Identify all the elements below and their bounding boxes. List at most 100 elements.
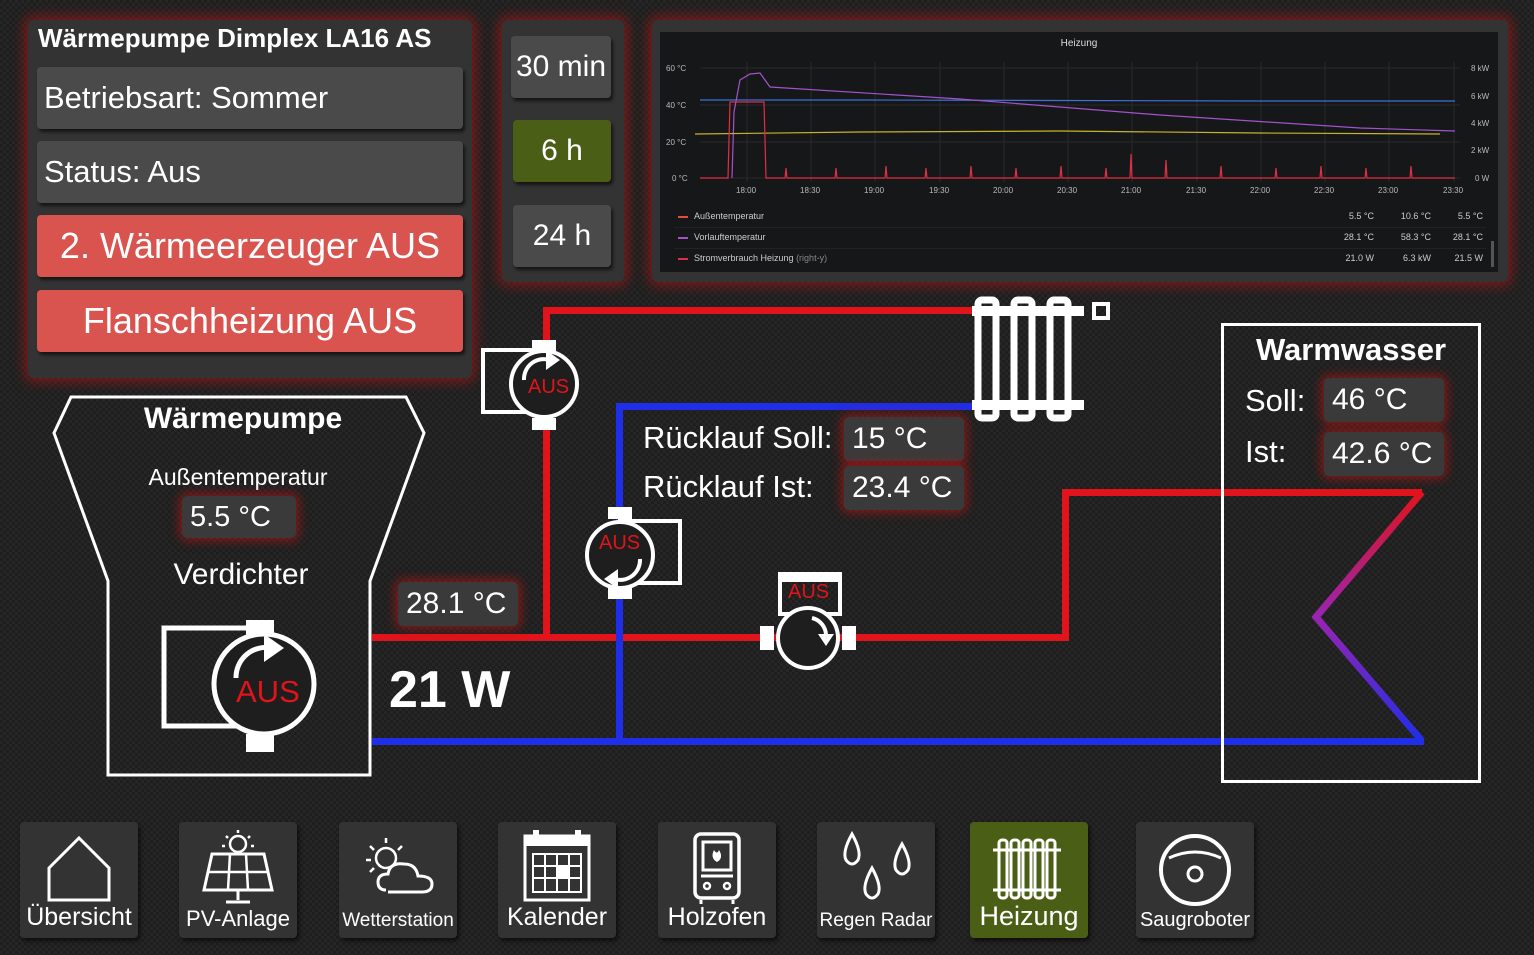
x-tick: 21:00: [1121, 186, 1142, 195]
nav-label: Saugroboter: [1139, 909, 1251, 931]
mode-button[interactable]: Betriebsart: Sommer: [37, 67, 463, 129]
x-tick: 23:00: [1378, 186, 1399, 195]
legend-value: 58.3 °C: [1400, 232, 1431, 242]
legend-value: 21.5 W: [1454, 253, 1483, 263]
legend-name: Vorlauftemperatur: [694, 232, 766, 242]
graph-panel: Heizung 60 °C 40 °C 20 °C 0 °C 8 kW 6 kW…: [652, 20, 1508, 282]
pipe-flow-top: [543, 307, 983, 314]
y-right-tick: 8 kW: [1471, 64, 1490, 73]
warmwater-soll-value: 46 °C: [1324, 378, 1444, 422]
grid: [700, 62, 1460, 182]
mode-label: Betriebsart: Sommer: [44, 80, 329, 115]
outside-temp-value: 5.5 °C: [182, 496, 296, 538]
nav-label: PV-Anlage: [186, 906, 290, 931]
nav-wetterstation[interactable]: Wetterstation: [339, 822, 457, 938]
return-ist-value: 23.4 °C: [844, 466, 964, 510]
panel-title: Wärmepumpe Dimplex LA16 AS: [38, 23, 432, 53]
x-tick: 22:30: [1314, 186, 1335, 195]
legend-row[interactable]: Außentemperatur 5.5 °C 10.6 °C 5.5 °C: [674, 207, 1486, 228]
range-24h-button[interactable]: 24 h: [513, 205, 611, 267]
legend-swatch: [678, 216, 688, 218]
legend-value: 28.1 °C: [1452, 232, 1483, 242]
legend-value: 21.0 W: [1345, 253, 1374, 263]
return-soll-value: 15 °C: [844, 417, 964, 461]
warmwater-ist-label: Ist:: [1245, 434, 1287, 469]
legend-row[interactable]: Stromverbrauch Heizung (right-y) 21.0 W …: [674, 249, 1486, 269]
nav-label: Wetterstation: [342, 910, 454, 931]
status-label: Status: Aus: [44, 154, 201, 189]
range-30min-label: 30 min: [515, 50, 607, 83]
weather-icon: [366, 838, 434, 894]
x-tick: 22:00: [1250, 186, 1271, 195]
range-6h-button[interactable]: 6 h: [513, 120, 611, 182]
compressor-state: AUS: [236, 674, 300, 709]
nav-kalender[interactable]: Kalender: [498, 822, 616, 938]
legend-name: Stromverbrauch Heizung (right-y): [694, 253, 827, 263]
nav-saugroboter[interactable]: Saugroboter: [1136, 822, 1254, 938]
pipe-dhw-riser: [1062, 489, 1069, 639]
radiator-icon: [972, 296, 1110, 422]
x-tick: 20:00: [993, 186, 1014, 195]
x-tick: 18:30: [800, 186, 821, 195]
y-right-tick: 0 W: [1475, 174, 1490, 183]
legend-value: 5.5 °C: [1348, 211, 1374, 221]
return-soll-label: Rücklauf Soll:: [643, 420, 833, 455]
x-tick: 19:00: [864, 186, 885, 195]
warmwater-soll-label: Soll:: [1245, 383, 1306, 418]
legend-axis-suffix: (right-y): [796, 253, 828, 263]
legend-name-text: Stromverbrauch Heizung: [694, 253, 794, 263]
legend-value: 10.6 °C: [1400, 211, 1431, 221]
stove-icon: [693, 832, 741, 904]
range-30min-button[interactable]: 30 min: [511, 36, 611, 98]
graph-svg: 60 °C 40 °C 20 °C 0 °C 8 kW 6 kW 4 kW 2 …: [666, 62, 1490, 195]
graph-area[interactable]: Heizung 60 °C 40 °C 20 °C 0 °C 8 kW 6 kW…: [660, 32, 1498, 272]
radiator-nav-icon: [993, 838, 1061, 900]
legend-scrollbar[interactable]: [1491, 241, 1494, 267]
heating-pump-state: AUS: [528, 376, 570, 398]
status-panel: Wärmepumpe Dimplex LA16 AS Betriebsart: …: [28, 20, 472, 378]
heating-pump[interactable]: AUS: [480, 340, 580, 432]
legend-value: 5.5 °C: [1457, 211, 1483, 221]
return-ist-label: Rücklauf Ist:: [643, 469, 814, 504]
flange-heater-button[interactable]: Flanschheizung AUS: [37, 290, 463, 352]
outside-temp-label: Außentemperatur: [148, 464, 328, 490]
nav-pv-anlage[interactable]: PV-Anlage: [179, 822, 297, 938]
nav-holzofen[interactable]: Holzofen: [658, 822, 776, 938]
compressor[interactable]: AUS: [160, 620, 320, 756]
power-value: 21 W: [389, 661, 511, 719]
y-right-tick: 6 kW: [1471, 92, 1490, 101]
status-button[interactable]: Status: Aus: [37, 141, 463, 203]
series-line-purple: [731, 72, 1456, 179]
legend-value: 28.1 °C: [1343, 232, 1374, 242]
nav-uebersicht[interactable]: Übersicht: [20, 822, 138, 938]
flange-heater-label: Flanschheizung AUS: [82, 300, 418, 341]
legend: Außentemperatur 5.5 °C 10.6 °C 5.5 °C Vo…: [674, 207, 1494, 270]
nav-regen-radar[interactable]: Regen Radar: [817, 822, 935, 938]
warmwater-ist-value: 42.6 °C: [1324, 432, 1444, 476]
nav-heizung[interactable]: Heizung: [970, 822, 1088, 938]
dhw-coil: [1311, 489, 1425, 744]
second-generator-label: 2. Wärmeerzeuger AUS: [59, 225, 441, 266]
home-icon: [47, 835, 111, 902]
x-tick: 23:30: [1443, 186, 1464, 195]
return-pump-state: AUS: [599, 532, 641, 554]
series-line-blue: [700, 99, 1455, 102]
pipe-return-top: [616, 403, 981, 410]
y-left-tick: 0 °C: [672, 174, 688, 183]
y-right-tick: 2 kW: [1471, 146, 1490, 155]
nav-label: Regen Radar: [819, 910, 933, 931]
legend-swatch: [678, 237, 688, 239]
warmwater-title: Warmwasser: [1255, 332, 1447, 367]
y-left-tick: 40 °C: [666, 101, 686, 110]
x-tick: 18:00: [736, 186, 757, 195]
x-tick: 20:30: [1057, 186, 1078, 195]
return-pump[interactable]: AUS: [584, 507, 684, 599]
dhw-valve[interactable]: AUS: [760, 570, 856, 672]
rain-drops-icon: [843, 830, 911, 900]
time-range-panel: 30 min 6 h 24 h: [502, 20, 624, 282]
flow-temp-value: 28.1 °C: [398, 582, 518, 626]
legend-row[interactable]: Vorlauftemperatur 28.1 °C 58.3 °C 28.1 °…: [674, 228, 1486, 249]
legend-value: 6.3 kW: [1402, 253, 1431, 263]
y-left-tick: 20 °C: [666, 138, 686, 147]
second-generator-button[interactable]: 2. Wärmeerzeuger AUS: [37, 215, 463, 277]
